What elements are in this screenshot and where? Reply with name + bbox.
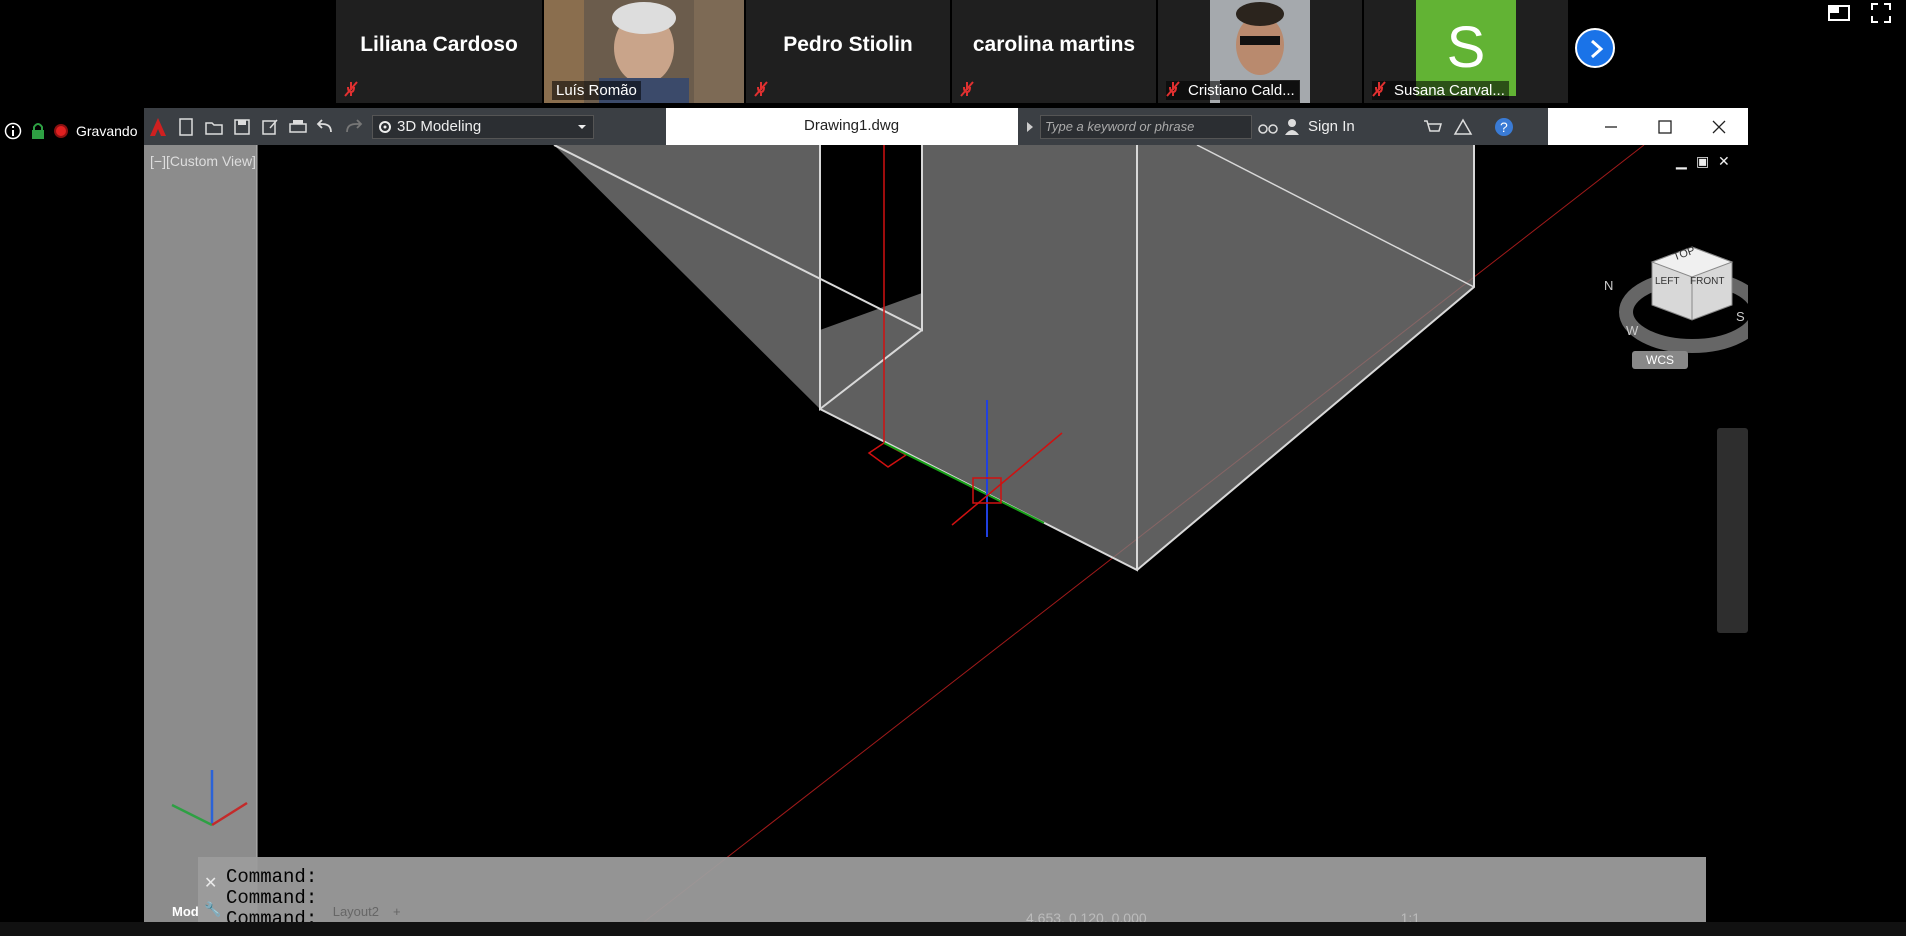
- participant-strip: Liliana Cardoso Luís Romão Pedro Stiolin…: [336, 0, 1570, 103]
- help-icon[interactable]: ?: [1493, 116, 1515, 138]
- participant-tile[interactable]: Pedro Stiolin: [746, 0, 950, 103]
- participant-tile[interactable]: Cristiano Cald...: [1158, 0, 1362, 103]
- viewport-minimize-icon[interactable]: ▁: [1676, 153, 1687, 170]
- save-icon[interactable]: [231, 116, 253, 138]
- new-file-icon[interactable]: [175, 116, 197, 138]
- quick-access-toolbar: 3D Modeling: [144, 108, 666, 145]
- mic-muted-icon: [960, 81, 974, 97]
- model-3d-drawing: [144, 145, 1748, 922]
- navigation-bar[interactable]: [1717, 428, 1748, 633]
- maximize-icon: [1658, 119, 1672, 134]
- command-history-line: Command:: [226, 866, 318, 888]
- command-line[interactable]: ✕ 🔧 Command: Command: Command:: [198, 857, 1706, 922]
- tab-model[interactable]: Mod: [172, 904, 199, 922]
- viewcube-front-label: FRONT: [1690, 276, 1725, 287]
- mic-muted-icon: [1372, 81, 1386, 97]
- recording-label: Gravando: [76, 123, 138, 139]
- svg-text:?: ?: [1500, 119, 1508, 135]
- workspace-select[interactable]: 3D Modeling: [372, 114, 594, 139]
- app-menu-icon[interactable]: [147, 116, 169, 138]
- redo-icon[interactable]: [343, 116, 365, 138]
- undo-icon[interactable]: [315, 116, 337, 138]
- recording-indicator: Gravando: [4, 122, 137, 140]
- open-folder-icon[interactable]: [203, 116, 225, 138]
- compass-w: W: [1626, 323, 1639, 338]
- tab-layout2[interactable]: Layout2: [333, 904, 379, 922]
- annotation-scale[interactable]: 1:1: [1401, 910, 1420, 922]
- user-icon: [1285, 118, 1299, 135]
- layout-tabs: Mod Layout2 +: [144, 904, 401, 922]
- next-page-button[interactable]: [1575, 28, 1615, 68]
- close-icon: [1712, 120, 1726, 133]
- participant-name: Luís Romão: [552, 81, 641, 100]
- coordinates-readout: 4.653, 0.120, 0.000: [1026, 910, 1147, 922]
- drawing-viewport[interactable]: [−][Custom View] ▁ ▣ ✕ TOP LEFT FRONT N …: [144, 145, 1748, 922]
- participant-name: Cristiano Cald...: [1166, 81, 1299, 100]
- title-bar: 3D Modeling Drawing1.dwg Type a keyword …: [144, 108, 1748, 145]
- infocenter-bar: Type a keyword or phrase Sign In ?: [1018, 108, 1548, 145]
- viewcube-left-label: LEFT: [1655, 276, 1680, 287]
- print-icon[interactable]: [287, 116, 309, 138]
- close-icon[interactable]: ✕: [204, 873, 217, 893]
- cart-icon[interactable]: [1423, 118, 1443, 136]
- chevron-right-icon: [1591, 39, 1604, 59]
- gallery-view-icon[interactable]: [1828, 2, 1850, 24]
- participant-name: Liliana Cardoso: [360, 33, 518, 56]
- sign-in-link[interactable]: Sign In: [1308, 118, 1355, 135]
- view-control-label[interactable]: [−][Custom View]: [150, 153, 256, 169]
- participant-name: Pedro Stiolin: [783, 33, 913, 56]
- autocad-window: 3D Modeling Drawing1.dwg Type a keyword …: [144, 108, 1748, 922]
- lock-icon[interactable]: [30, 122, 46, 140]
- mic-muted-icon: [1166, 81, 1180, 97]
- close-button[interactable]: [1692, 108, 1746, 145]
- command-history-line: Command:: [226, 908, 318, 923]
- info-icon[interactable]: [4, 122, 22, 140]
- compass-n: N: [1604, 278, 1614, 293]
- participant-tile[interactable]: S Susana Carval...: [1364, 0, 1568, 103]
- workspace-label: 3D Modeling: [397, 118, 482, 135]
- binoculars-icon[interactable]: [1258, 118, 1278, 136]
- record-icon: [54, 124, 68, 138]
- mic-muted-icon: [754, 81, 768, 97]
- participant-name: Susana Carval...: [1372, 81, 1509, 100]
- connect-icon[interactable]: [1453, 117, 1473, 136]
- add-layout-button[interactable]: +: [393, 904, 401, 922]
- save-as-icon[interactable]: [259, 116, 281, 138]
- viewport-restore-icon[interactable]: ▣: [1696, 153, 1709, 170]
- gear-icon: [379, 120, 391, 133]
- viewcube[interactable]: [1619, 246, 1748, 353]
- document-title: Drawing1.dwg: [804, 117, 900, 134]
- chevron-right-icon[interactable]: [1024, 121, 1036, 133]
- participant-tile[interactable]: Luís Romão: [544, 0, 744, 103]
- command-history-line: Command:: [226, 887, 318, 909]
- compass-s: S: [1736, 309, 1745, 324]
- meeting-controls-bar: [0, 922, 1906, 936]
- fullscreen-icon[interactable]: [1870, 2, 1892, 24]
- participant-name: carolina martins: [972, 33, 1136, 56]
- search-input[interactable]: Type a keyword or phrase: [1040, 114, 1252, 139]
- minimize-button[interactable]: [1584, 108, 1638, 145]
- chevron-down-icon: [578, 124, 586, 129]
- avatar-letter: S: [1446, 15, 1486, 80]
- minimize-icon: [1605, 125, 1617, 128]
- participant-tile[interactable]: Liliana Cardoso: [336, 0, 542, 103]
- ucs-menu-button[interactable]: WCS: [1632, 351, 1688, 369]
- maximize-button[interactable]: [1638, 108, 1692, 145]
- viewport-close-icon[interactable]: ✕: [1718, 153, 1730, 170]
- participant-tile[interactable]: carolina martins: [952, 0, 1156, 103]
- status-bar: 4.653, 0.120, 0.000 1:1: [1026, 910, 1420, 922]
- mic-muted-icon: [344, 81, 358, 97]
